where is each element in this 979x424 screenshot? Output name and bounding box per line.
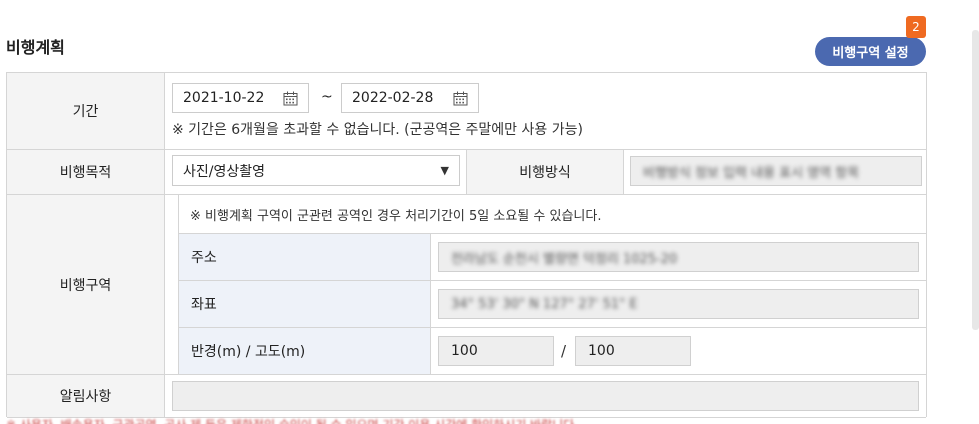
start-date-input[interactable]: 2021-10-22 — [172, 83, 309, 113]
coordinate-label: 좌표 — [179, 281, 430, 327]
method-value: 비행방식 정보 입력 내용 표시 영역 항목 — [643, 165, 860, 181]
altitude-field: 100 — [575, 336, 691, 366]
address-label: 주소 — [179, 234, 430, 280]
date-range-separator: ~ — [321, 89, 333, 105]
end-date-value: 2022-02-28 — [352, 90, 434, 106]
section-title: 비행계획 — [6, 38, 65, 57]
zone-note: ※ 비행계획 구역이 군관련 공역인 경우 처리기간이 5일 소요될 수 있습니… — [190, 209, 602, 224]
address-field: 전라남도 순천시 별량면 덕정리 1025-20 — [438, 242, 919, 272]
purpose-select[interactable]: 사진/영상촬영 ▼ — [172, 155, 460, 186]
calendar-icon[interactable] — [453, 91, 468, 106]
flight-plan-form: 기간 2021-10-22 ~ 2022-02-28 ※ 기간은 6개월을 초과… — [6, 72, 927, 418]
method-label: 비행방식 — [467, 150, 624, 194]
calendar-icon[interactable] — [283, 91, 298, 106]
coordinate-field: 34° 53' 30" N 127° 27' 51" E — [438, 289, 919, 319]
address-value: 전라남도 순천시 별량면 덕정리 1025-20 — [451, 251, 678, 267]
notice-field — [172, 381, 919, 411]
radius-altitude-label: 반경(m) / 고도(m) — [179, 328, 430, 374]
purpose-label: 비행목적 — [7, 150, 165, 194]
coordinate-value: 34° 53' 30" N 127° 27' 51" E — [451, 296, 638, 312]
notice-label: 알림사항 — [7, 375, 165, 417]
period-note: ※ 기간은 6개월을 초과할 수 없습니다. (군공역은 주말에만 사용 가능) — [172, 122, 583, 138]
scrollbar-thumb[interactable] — [972, 30, 979, 330]
step-badge: 2 — [906, 16, 926, 38]
start-date-value: 2021-10-22 — [183, 90, 265, 106]
radius-altitude-separator: / — [561, 342, 567, 360]
period-label: 기간 — [7, 73, 165, 149]
chevron-down-icon: ▼ — [440, 164, 449, 177]
method-field: 비행방식 정보 입력 내용 표시 영역 항목 — [630, 156, 922, 186]
zone-label: 비행구역 — [7, 195, 165, 374]
purpose-selected-value: 사진/영상촬영 — [183, 163, 265, 180]
set-flight-area-button[interactable]: 비행구역 설정 — [815, 37, 926, 66]
footer-hint: ※ 사용자, 배송용자, 군관공역, 공사 제 등은 제한적인 승인이 될 수 … — [6, 416, 578, 424]
end-date-input[interactable]: 2022-02-28 — [341, 83, 479, 113]
radius-field: 100 — [438, 336, 554, 366]
